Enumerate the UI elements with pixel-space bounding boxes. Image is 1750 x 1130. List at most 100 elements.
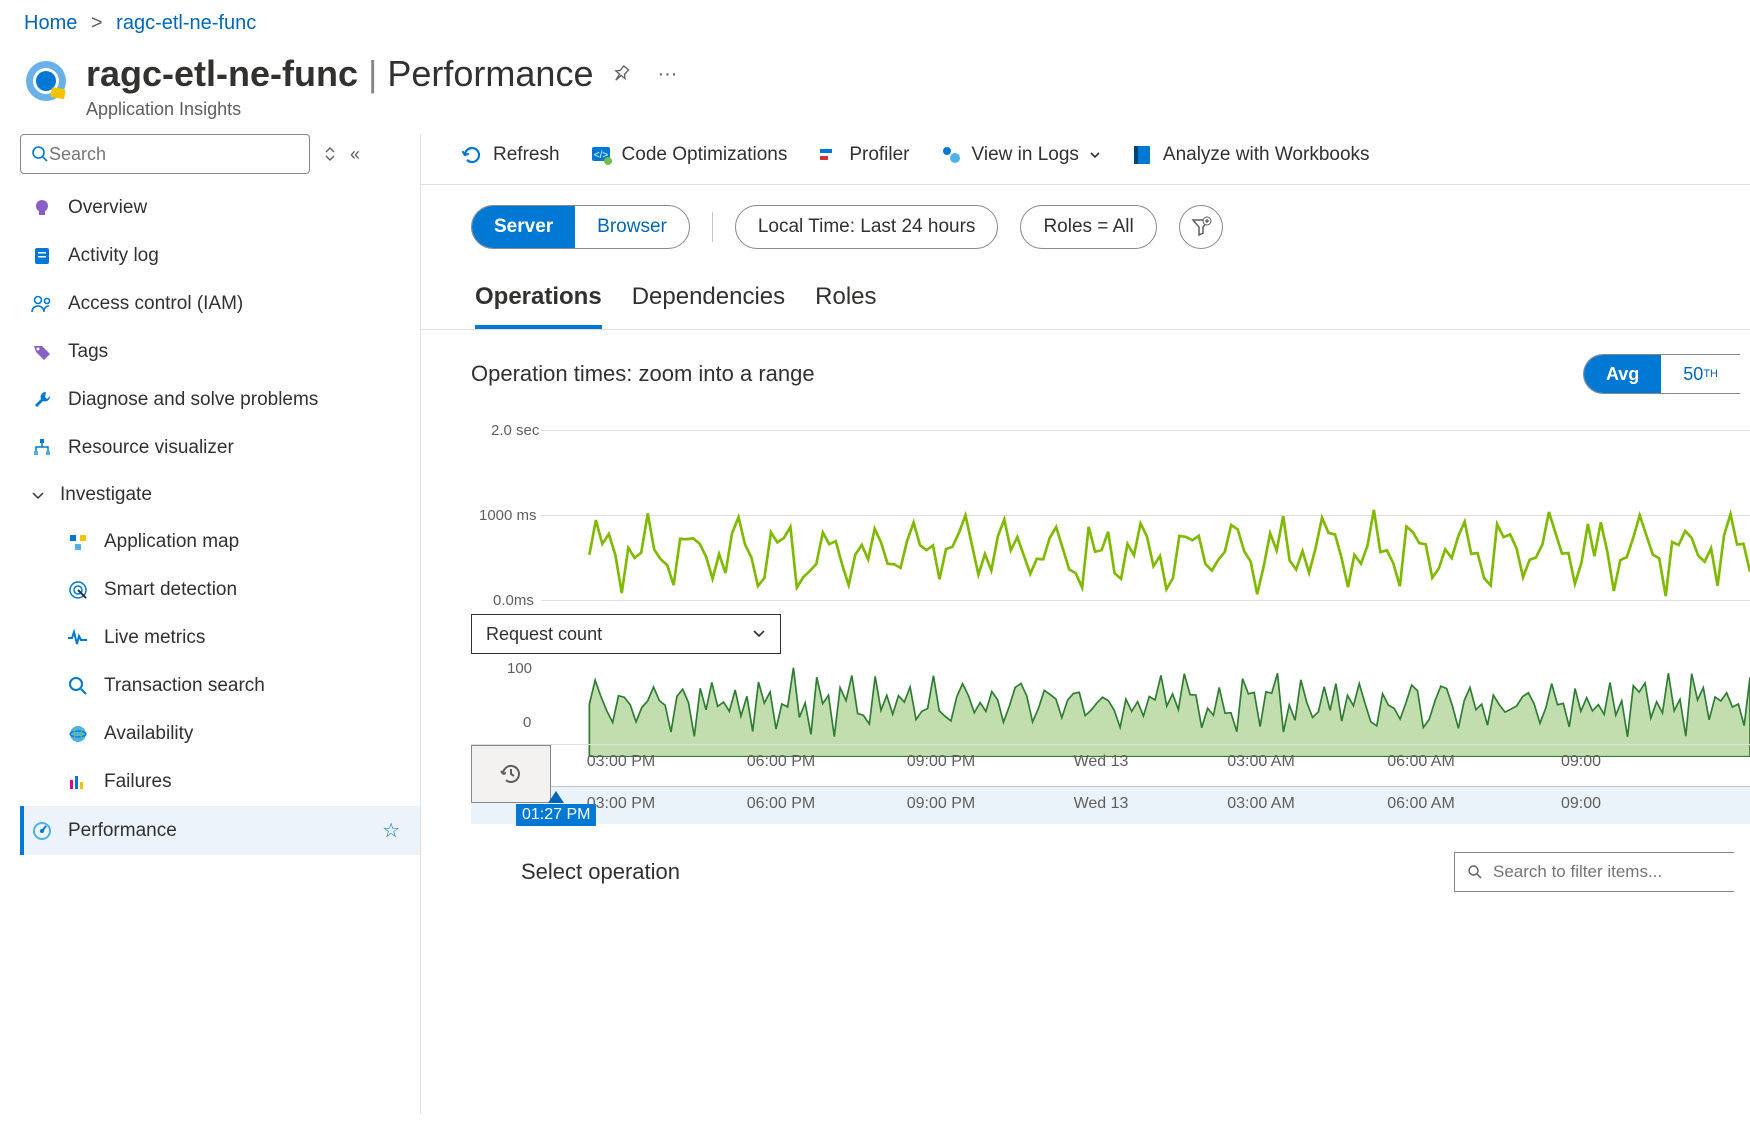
xtick: 06:00 PM <box>747 753 815 771</box>
breadcrumb-current[interactable]: ragc-etl-ne-func <box>116 12 256 34</box>
aggregation-toggle[interactable]: Avg 50TH <box>1583 354 1740 394</box>
filter-bar: Server Browser Local Time: Last 24 hours… <box>421 185 1750 261</box>
line-chart-svg <box>541 410 1750 652</box>
roles-filter-pill[interactable]: Roles = All <box>1020 205 1156 249</box>
sidebar-item-label: Access control (IAM) <box>68 293 243 315</box>
xtick: 09:00 <box>1561 753 1601 771</box>
expand-collapse-icon[interactable] <box>322 146 338 162</box>
sidebar-item-transaction-search[interactable]: Transaction search <box>20 662 420 710</box>
operation-times-chart[interactable]: 2.0 sec 1000 ms 0.0ms <box>471 410 1750 610</box>
sidebar-item-label: Failures <box>104 771 172 793</box>
operation-filter-field[interactable] <box>1493 862 1722 882</box>
logs-icon <box>940 144 962 166</box>
chart-area: Operation times: zoom into a range Avg 5… <box>421 330 1750 892</box>
operation-filter-input[interactable] <box>1454 852 1734 892</box>
sidebar-search[interactable] <box>20 134 310 174</box>
more-button[interactable]: ··· <box>649 55 685 94</box>
view-logs-label: View in Logs <box>972 144 1079 166</box>
pin-button[interactable] <box>603 56 639 92</box>
server-segment[interactable]: Server <box>472 206 575 248</box>
browser-segment[interactable]: Browser <box>575 206 689 248</box>
bars-icon <box>66 770 90 794</box>
sidebar-group-investigate[interactable]: Investigate <box>20 472 420 518</box>
sidebar-item-smart-detection[interactable]: Smart detection <box>20 566 420 614</box>
tab-roles[interactable]: Roles <box>815 273 876 329</box>
y2tick-top: 100 <box>507 660 532 677</box>
sidebar-item-label: Live metrics <box>104 627 205 649</box>
tab-dependencies[interactable]: Dependencies <box>632 273 785 329</box>
y2tick-bot: 0 <box>523 714 531 731</box>
collapse-sidebar-button[interactable]: « <box>350 144 360 165</box>
wrench-icon <box>30 388 54 412</box>
profiler-icon <box>817 144 839 166</box>
xtick: 06:00 AM <box>1387 795 1455 813</box>
sidebar-item-tags[interactable]: Tags <box>20 328 420 376</box>
map-icon <box>66 530 90 554</box>
sidebar-item-resource-visualizer[interactable]: Resource visualizer <box>20 424 420 472</box>
funnel-plus-icon <box>1190 216 1212 238</box>
ytick-bot: 0.0ms <box>493 592 534 609</box>
time-range-pill[interactable]: Local Time: Last 24 hours <box>735 205 999 249</box>
radar-icon <box>66 578 90 602</box>
sidebar-item-performance[interactable]: Performance ☆ <box>20 806 420 855</box>
refresh-icon <box>461 144 483 166</box>
sidebar-item-access-control[interactable]: Access control (IAM) <box>20 280 420 328</box>
chevron-down-icon <box>1089 149 1101 161</box>
xtick: 09:00 PM <box>907 795 975 813</box>
analyze-workbooks-button[interactable]: Analyze with Workbooks <box>1131 144 1370 166</box>
sidebar-item-activity-log[interactable]: Activity log <box>20 232 420 280</box>
title-separator: | <box>368 53 377 95</box>
code-icon: </> <box>590 144 612 166</box>
favorite-star-icon[interactable]: ☆ <box>382 818 400 843</box>
time-marker[interactable]: 01:27 PM <box>516 803 596 826</box>
breadcrumb-home[interactable]: Home <box>24 12 77 34</box>
sidebar-group-label: Investigate <box>60 484 152 506</box>
sidebar-item-overview[interactable]: Overview <box>20 184 420 232</box>
sidebar-item-label: Resource visualizer <box>68 437 234 459</box>
sidebar-item-label: Application map <box>104 531 239 553</box>
sidebar-item-label: Overview <box>68 197 147 219</box>
marker-arrow-icon <box>548 791 564 803</box>
sidebar-item-application-map[interactable]: Application map <box>20 518 420 566</box>
avg-segment[interactable]: Avg <box>1584 355 1661 393</box>
xtick: 03:00 PM <box>587 753 655 771</box>
sidebar: « Overview Activity log Access control (… <box>0 134 420 1114</box>
request-count-chart[interactable]: 100 0 <box>471 660 1750 740</box>
sidebar-item-label: Diagnose and solve problems <box>68 389 318 411</box>
tag-icon <box>30 340 54 364</box>
xtick: 06:00 AM <box>1387 753 1455 771</box>
add-filter-button[interactable] <box>1179 205 1223 249</box>
sidebar-item-availability[interactable]: Availability <box>20 710 420 758</box>
server-browser-toggle[interactable]: Server Browser <box>471 205 690 249</box>
sidebar-item-live-metrics[interactable]: Live metrics <box>20 614 420 662</box>
p50-segment[interactable]: 50TH <box>1661 355 1740 393</box>
xtick: Wed 13 <box>1074 753 1129 771</box>
view-in-logs-button[interactable]: View in Logs <box>940 144 1101 166</box>
sidebar-item-diagnose[interactable]: Diagnose and solve problems <box>20 376 420 424</box>
hierarchy-icon <box>30 436 54 460</box>
breadcrumb: Home > ragc-etl-ne-func <box>0 0 1750 53</box>
select-operation-title: Select operation <box>521 859 680 885</box>
main-content: Refresh </> Code Optimizations Profiler … <box>420 134 1750 1114</box>
sidebar-item-failures[interactable]: Failures <box>20 758 420 806</box>
tab-bar: Operations Dependencies Roles <box>421 261 1750 330</box>
workbook-icon <box>1131 144 1153 166</box>
history-button[interactable] <box>471 745 551 803</box>
page-header: ragc-etl-ne-func | Performance ··· Appli… <box>0 53 1750 134</box>
tab-operations[interactable]: Operations <box>475 273 602 329</box>
xtick: 03:00 AM <box>1227 753 1295 771</box>
analyze-wb-label: Analyze with Workbooks <box>1163 144 1370 166</box>
time-axis-primary: 03:00 PM 06:00 PM 09:00 PM Wed 13 03:00 … <box>471 744 1750 782</box>
profiler-button[interactable]: Profiler <box>817 144 909 166</box>
code-optimizations-button[interactable]: </> Code Optimizations <box>590 144 788 166</box>
sidebar-item-label: Availability <box>104 723 193 745</box>
refresh-button[interactable]: Refresh <box>461 144 560 166</box>
divider <box>712 212 713 242</box>
xtick: 03:00 PM <box>587 795 655 813</box>
time-axis-overview[interactable]: 03:00 PM 06:00 PM 09:00 PM Wed 13 03:00 … <box>471 786 1750 824</box>
sidebar-search-input[interactable] <box>49 144 299 165</box>
chart-title: Operation times: zoom into a range <box>471 361 815 387</box>
sidebar-item-label: Transaction search <box>104 675 265 697</box>
sidebar-item-label: Smart detection <box>104 579 237 601</box>
log-icon <box>30 244 54 268</box>
